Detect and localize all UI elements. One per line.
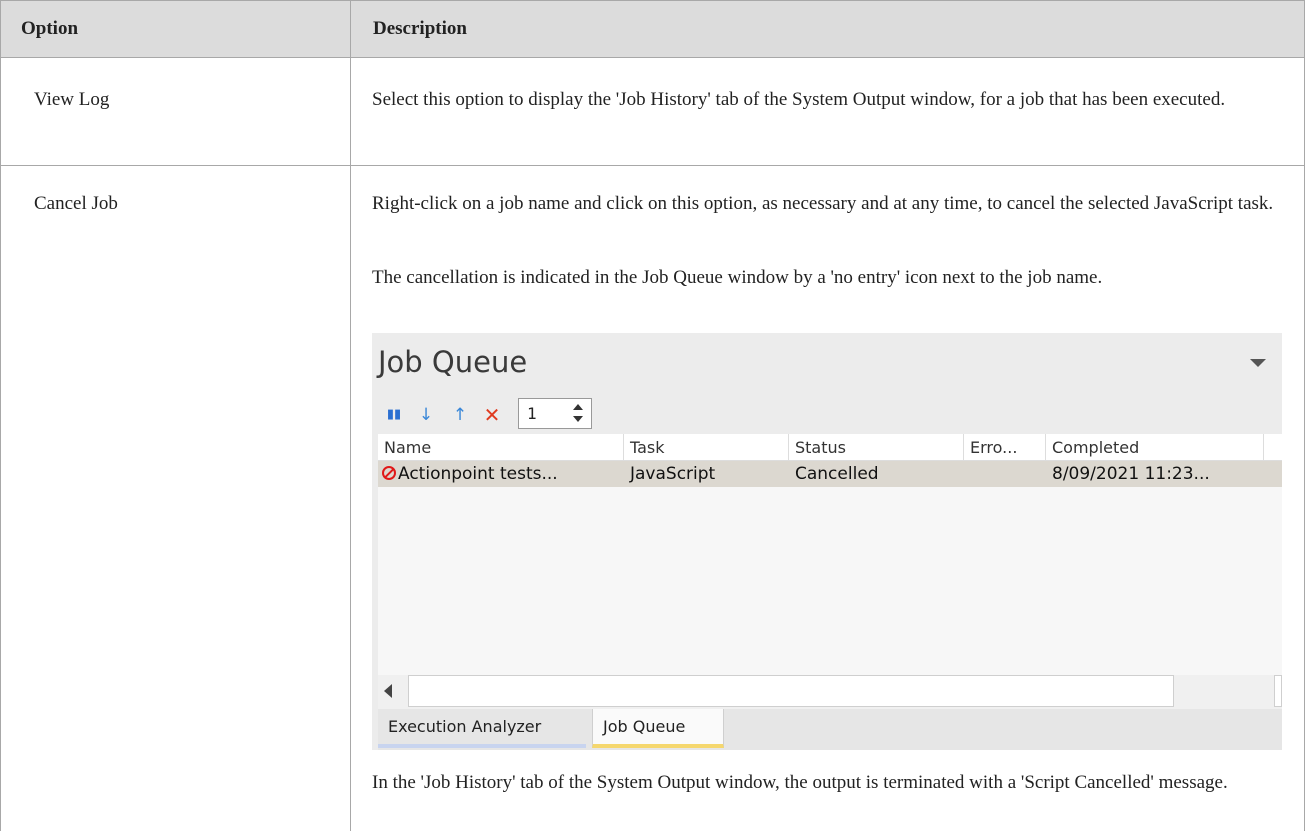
job-queue-window: Job Queue ▮▮ ↓ ↑ ✕ 1 Name Task Status Er… <box>372 333 1282 750</box>
chevron-down-icon[interactable] <box>1250 359 1266 367</box>
job-grid: Name Task Status Erro... Completed Actio… <box>378 434 1282 678</box>
tab-job-queue[interactable]: Job Queue <box>592 709 724 748</box>
description-cancel-job-3: In the 'Job History' tab of the System O… <box>372 772 1228 793</box>
description-cancel-job-2: The cancellation is indicated in the Job… <box>372 267 1103 288</box>
stepper-value: 1 <box>527 404 537 423</box>
column-header-task[interactable]: Task <box>624 434 789 461</box>
cell-errors <box>964 461 1046 487</box>
cell-status: Cancelled <box>795 464 879 484</box>
scroll-right-stub[interactable] <box>1274 675 1282 707</box>
header-description: Description <box>373 18 467 39</box>
scrollbar-thumb[interactable] <box>408 675 1174 707</box>
table-row[interactable]: Actionpoint tests... JavaScript Cancelle… <box>378 461 1282 487</box>
description-cancel-job-1: Right-click on a job name and click on t… <box>372 193 1274 214</box>
cancel-icon[interactable]: ✕ <box>482 405 502 425</box>
job-queue-title: Job Queue <box>378 345 528 379</box>
header-option: Option <box>21 18 79 39</box>
horizontal-scrollbar[interactable] <box>378 675 1282 709</box>
options-table: Option Description View Log Select this … <box>0 0 1305 831</box>
table-header-row: Option Description <box>0 0 1305 58</box>
column-header-name[interactable]: Name <box>378 434 624 461</box>
window-tabs: Execution Analyzer Job Queue <box>378 709 1282 750</box>
table-left-border <box>0 58 1 831</box>
description-view-log: Select this option to display the 'Job H… <box>372 89 1226 110</box>
job-queue-toolbar: ▮▮ ↓ ↑ ✕ 1 <box>378 397 638 433</box>
move-up-icon[interactable]: ↑ <box>450 405 470 425</box>
cell-task: JavaScript <box>630 464 716 484</box>
column-header-errors[interactable]: Erro... <box>964 434 1046 461</box>
row-divider <box>0 165 1305 166</box>
column-header-completed[interactable]: Completed <box>1046 434 1264 461</box>
pause-icon[interactable]: ▮▮ <box>384 405 404 425</box>
column-divider <box>350 0 351 831</box>
grid-header: Name Task Status Erro... Completed <box>378 434 1282 461</box>
move-down-icon[interactable]: ↓ <box>416 405 436 425</box>
scroll-left-icon[interactable] <box>384 684 392 698</box>
tab-execution-analyzer[interactable]: Execution Analyzer <box>378 709 586 748</box>
cell-completed: 8/09/2021 11:23... <box>1052 464 1210 484</box>
stepper-up-icon[interactable] <box>573 404 583 410</box>
option-cancel-job: Cancel Job <box>34 193 118 214</box>
column-header-status[interactable]: Status <box>789 434 964 461</box>
concurrency-stepper[interactable]: 1 <box>518 398 592 429</box>
option-view-log: View Log <box>34 89 110 110</box>
cell-name: Actionpoint tests... <box>398 464 558 484</box>
stepper-down-icon[interactable] <box>573 416 583 422</box>
